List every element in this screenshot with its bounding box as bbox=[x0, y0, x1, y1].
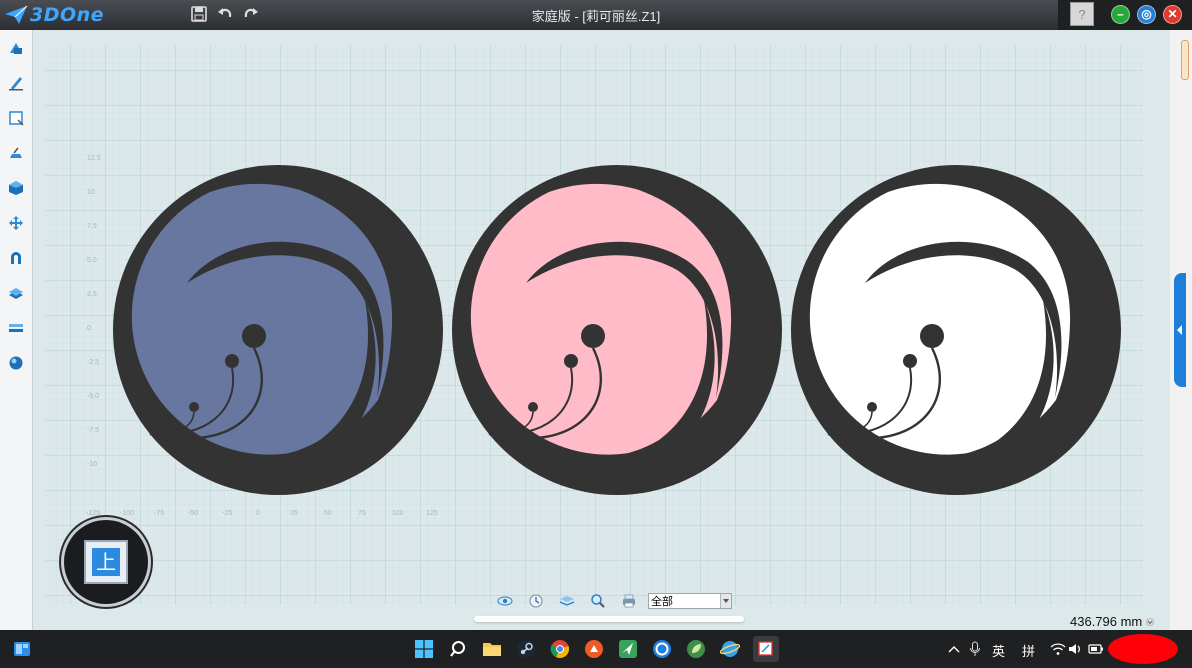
axis-x-label: -125 bbox=[86, 510, 100, 517]
axis-y-label: 2.5 bbox=[87, 291, 97, 298]
assembly-icon[interactable] bbox=[6, 318, 26, 338]
dimension-dropdown-icon[interactable] bbox=[1146, 618, 1154, 626]
app-blue-ring-icon[interactable] bbox=[651, 638, 673, 660]
microphone-icon[interactable] bbox=[964, 638, 986, 660]
battery-icon[interactable] bbox=[1085, 638, 1107, 660]
left-toolbar bbox=[0, 30, 33, 630]
blue-disc[interactable] bbox=[113, 165, 443, 495]
axis-y-label: 10 bbox=[87, 189, 95, 196]
app-planet-icon[interactable] bbox=[719, 638, 741, 660]
windows-taskbar: 英 拼 bbox=[0, 630, 1192, 668]
view-cube-face-frame: 上 bbox=[84, 540, 128, 584]
axis-x-label: -25 bbox=[222, 510, 232, 517]
bottom-toolbar: 全部 bbox=[495, 591, 732, 611]
expand-panel-tab[interactable] bbox=[1174, 273, 1186, 387]
redacted-clock bbox=[1108, 634, 1178, 664]
filter-select[interactable]: 全部 bbox=[648, 593, 732, 609]
axis-y-label: -10 bbox=[87, 461, 97, 468]
help-button[interactable]: ? bbox=[1070, 2, 1094, 26]
feature-icon[interactable] bbox=[6, 178, 26, 198]
white-disc[interactable] bbox=[791, 165, 1121, 495]
axis-y-label: 12.5 bbox=[87, 155, 101, 162]
basic-shape-icon[interactable] bbox=[6, 38, 26, 58]
filter-select-value: 全部 bbox=[651, 596, 673, 608]
axis-x-label: 125 bbox=[426, 510, 438, 517]
app-orange-icon[interactable] bbox=[583, 638, 605, 660]
app-green-icon[interactable] bbox=[617, 638, 639, 660]
dimension-readout: 436.796 mm bbox=[1070, 614, 1154, 629]
axis-x-label: 0 bbox=[256, 510, 260, 517]
combine-icon[interactable] bbox=[6, 248, 26, 268]
view-cube[interactable]: 上 bbox=[64, 520, 148, 604]
axis-y-label: -7.5 bbox=[87, 427, 99, 434]
scrollbar-thumb[interactable] bbox=[1181, 40, 1189, 80]
close-button[interactable]: ✕ bbox=[1163, 5, 1182, 24]
axis-y-label: 0 bbox=[87, 325, 91, 332]
chevron-up-icon[interactable] bbox=[943, 638, 965, 660]
view-icon[interactable] bbox=[495, 591, 515, 611]
horizontal-scrollbar[interactable] bbox=[474, 616, 744, 622]
steam-icon[interactable] bbox=[515, 638, 537, 660]
axis-x-label: 50 bbox=[324, 510, 332, 517]
layer-icon[interactable] bbox=[557, 591, 577, 611]
pink-disc[interactable] bbox=[452, 165, 782, 495]
minimize-button[interactable]: – bbox=[1111, 5, 1130, 24]
special-function-icon[interactable] bbox=[6, 143, 26, 163]
chevron-down-icon[interactable] bbox=[720, 594, 731, 608]
start-icon[interactable] bbox=[413, 638, 435, 660]
zoom-icon[interactable] bbox=[588, 591, 608, 611]
sketch-icon[interactable] bbox=[6, 73, 26, 93]
ime-mode[interactable]: 拼 bbox=[1022, 641, 1035, 660]
pattern-icon[interactable] bbox=[6, 283, 26, 303]
axis-y-label: -2.5 bbox=[87, 359, 99, 366]
axis-x-label: 100 bbox=[392, 510, 404, 517]
widgets-icon[interactable] bbox=[11, 638, 33, 660]
axis-x-label: 75 bbox=[358, 510, 366, 517]
search-icon[interactable] bbox=[447, 638, 469, 660]
dimension-value: 436.796 mm bbox=[1070, 614, 1143, 629]
axis-x-label: -50 bbox=[188, 510, 198, 517]
3d-viewport[interactable]: 12.5 10 7.5 5.0 2.5 0 -2.5 -5.0 -7.5 -10 -125 -100… bbox=[33, 30, 1170, 630]
file-explorer-icon[interactable] bbox=[481, 638, 503, 660]
chrome-icon[interactable] bbox=[549, 638, 571, 660]
restore-button[interactable]: ◎ bbox=[1137, 5, 1156, 24]
axis-x-label: 25 bbox=[290, 510, 298, 517]
axis-x-label: -100 bbox=[120, 510, 134, 517]
axis-y-label: 5.0 bbox=[87, 257, 97, 264]
app-leaf-icon[interactable] bbox=[685, 638, 707, 660]
view-cube-top-face[interactable]: 上 bbox=[92, 548, 120, 576]
axis-y-label: 7.5 bbox=[87, 223, 97, 230]
viewport-scene: 12.5 10 7.5 5.0 2.5 0 -2.5 -5.0 -7.5 -10 -125 -100… bbox=[33, 30, 1170, 630]
axis-x-label: -75 bbox=[154, 510, 164, 517]
sketch-edit-icon[interactable] bbox=[6, 108, 26, 128]
render-mode-icon[interactable] bbox=[526, 591, 546, 611]
title-bar: 3DOne 家庭版 - [莉可丽丝.Z1] ? – ◎ ✕ bbox=[0, 0, 1192, 30]
volume-icon[interactable] bbox=[1065, 638, 1087, 660]
axis-y-label: -5.0 bbox=[87, 393, 99, 400]
material-icon[interactable] bbox=[6, 353, 26, 373]
ime-language[interactable]: 英 bbox=[992, 641, 1005, 660]
window-title: 家庭版 - [莉可丽丝.Z1] bbox=[531, 9, 661, 24]
3done-taskbar-icon[interactable] bbox=[753, 636, 779, 662]
print-icon[interactable] bbox=[619, 591, 639, 611]
move-icon[interactable] bbox=[6, 213, 26, 233]
